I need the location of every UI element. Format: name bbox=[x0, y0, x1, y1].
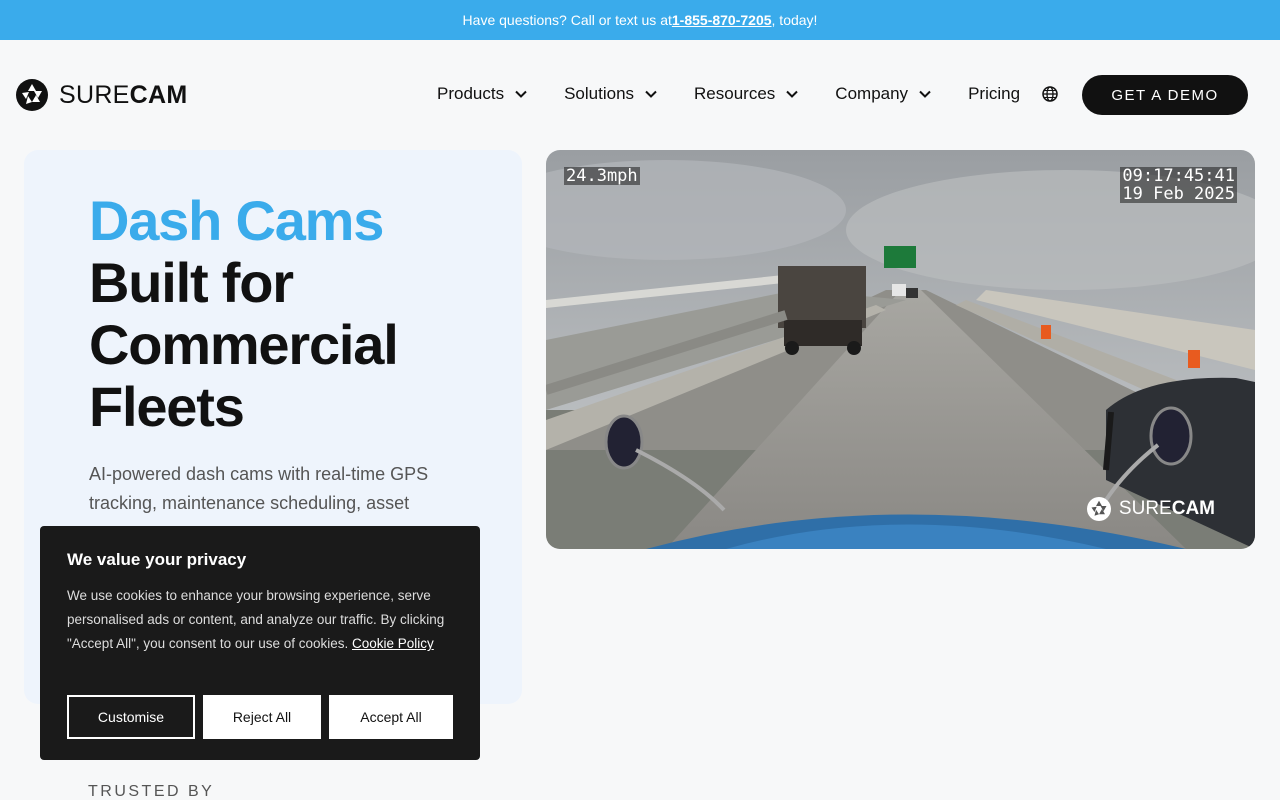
hero-title-line3: Fleets bbox=[89, 375, 245, 438]
customise-button[interactable]: Customise bbox=[67, 695, 195, 739]
logo-text-sure: SURE bbox=[59, 80, 130, 109]
chevron-down-icon bbox=[645, 90, 657, 98]
watermark-text-cam: CAM bbox=[1171, 498, 1215, 519]
chevron-down-icon bbox=[786, 90, 799, 98]
get-a-demo-button[interactable]: GET A DEMO bbox=[1082, 75, 1248, 115]
nav-pricing[interactable]: Pricing bbox=[968, 84, 1020, 104]
trusted-by-heading: TRUSTED BY bbox=[88, 783, 215, 800]
nav-resources-label: Resources bbox=[694, 84, 776, 103]
video-watermark: SURE CAM bbox=[1086, 497, 1215, 521]
hero-title: Dash Cams Built for Commercial Fleets bbox=[89, 190, 489, 438]
dashcam-video[interactable]: 24.3mph 09:17:45:41 19 Feb 2025 SURE CAM bbox=[546, 150, 1255, 549]
nav-company[interactable]: Company bbox=[835, 84, 932, 104]
hero-title-accent: Dash Cams bbox=[89, 189, 384, 252]
nav-company-label: Company bbox=[835, 84, 909, 103]
timestamp-readout: 09:17:45:41 19 Feb 2025 bbox=[1120, 167, 1237, 203]
hero-title-line1: Built for bbox=[89, 251, 294, 314]
nav-pricing-label: Pricing bbox=[968, 84, 1021, 103]
nav-products-label: Products bbox=[437, 84, 505, 103]
main-nav: Products Solutions Resources Company Pri… bbox=[437, 84, 1086, 104]
nav-resources[interactable]: Resources bbox=[694, 84, 799, 104]
time-readout: 09:17:45:41 bbox=[1122, 166, 1235, 186]
cookie-body: We use cookies to enhance your browsing … bbox=[67, 584, 457, 656]
reject-all-button[interactable]: Reject All bbox=[203, 695, 321, 739]
nav-solutions[interactable]: Solutions bbox=[564, 84, 658, 104]
cookie-title: We value your privacy bbox=[67, 550, 247, 569]
nav-solutions-label: Solutions bbox=[564, 84, 635, 103]
nav-products[interactable]: Products bbox=[437, 84, 528, 104]
announcement-bar: Have questions? Call or text us at 1-855… bbox=[0, 0, 1280, 40]
site-header: SURE CAM Products Solutions Resources Com… bbox=[0, 40, 1280, 150]
globe-icon[interactable] bbox=[1042, 86, 1058, 102]
shutter-icon bbox=[16, 79, 48, 111]
cookie-consent-dialog: We value your privacy We use cookies to … bbox=[40, 526, 480, 760]
chevron-down-icon bbox=[515, 90, 527, 98]
phone-link[interactable]: 1-855-870-7205 bbox=[672, 12, 772, 28]
dashcam-scene bbox=[546, 150, 1255, 549]
hero-description: AI-powered dash cams with real-time GPS … bbox=[89, 464, 429, 513]
announcement-suffix: , today! bbox=[771, 12, 818, 28]
cookie-policy-link[interactable]: Cookie Policy bbox=[352, 636, 434, 651]
date-readout: 19 Feb 2025 bbox=[1122, 184, 1235, 204]
chevron-down-icon bbox=[919, 90, 931, 98]
accept-all-button[interactable]: Accept All bbox=[329, 695, 453, 739]
announcement-prefix: Have questions? Call or text us at bbox=[462, 12, 672, 28]
hero-title-line2: Commercial bbox=[89, 313, 399, 376]
speed-readout: 24.3mph bbox=[564, 166, 640, 186]
surecam-logo[interactable]: SURE CAM bbox=[16, 79, 188, 111]
logo-text-cam: CAM bbox=[129, 80, 188, 109]
watermark-text-sure: SURE bbox=[1118, 498, 1172, 519]
shutter-icon bbox=[1086, 497, 1111, 521]
